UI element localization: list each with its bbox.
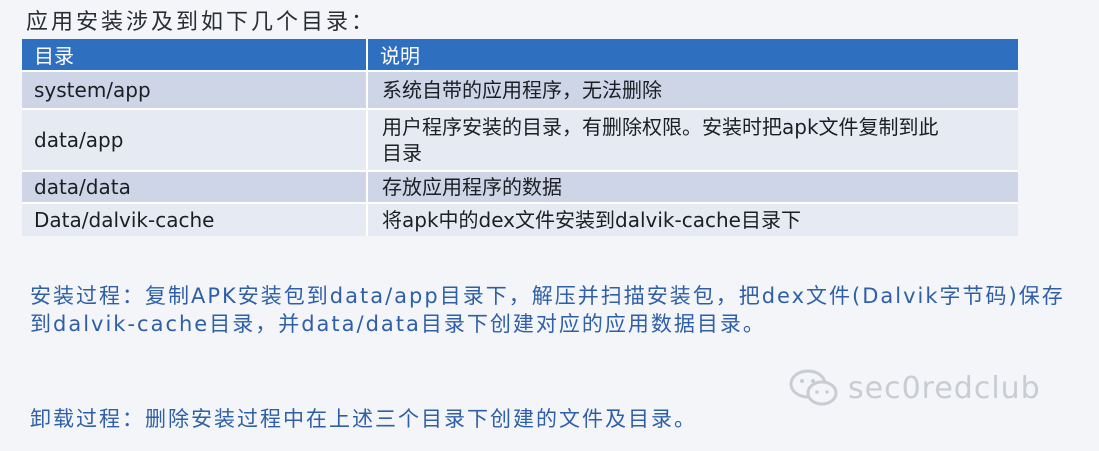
- table-row: Data/dalvik-cache 将apk中的dex文件安装到dalvik-c…: [22, 202, 1018, 236]
- directory-cell: data/data: [22, 170, 368, 203]
- header-directory: 目录: [22, 39, 368, 71]
- table-header-row: 目录 说明: [22, 39, 1018, 71]
- intro-text: 应用安装涉及到如下几个目录：: [26, 10, 377, 35]
- description-cell: 系统自带的应用程序，无法删除: [367, 70, 1018, 109]
- table-row: system/app 系统自带的应用程序，无法删除: [22, 70, 1018, 109]
- directory-table: 目录 说明 system/app 系统自带的应用程序，无法删除 data/app…: [22, 39, 1018, 236]
- directory-cell: data/app: [22, 108, 368, 171]
- table-row: data/data 存放应用程序的数据: [22, 170, 1018, 203]
- directory-cell: Data/dalvik-cache: [22, 202, 368, 236]
- header-description: 说明: [367, 39, 1018, 71]
- uninstall-process-text: 卸载过程：删除安装过程中在上述三个目录下创建的文件及目录。: [30, 407, 697, 431]
- watermark: sec0redclub: [788, 368, 1041, 408]
- directory-cell: system/app: [22, 70, 368, 109]
- watermark-text: sec0redclub: [848, 370, 1041, 406]
- description-cell: 用户程序安装的目录，有删除权限。安装时把apk文件复制到此目录: [367, 108, 1018, 171]
- wechat-icon: [789, 369, 838, 406]
- description-cell: 将apk中的dex文件安装到dalvik-cache目录下: [367, 202, 1018, 236]
- install-process-text: 安装过程：复制APK安装包到data/app目录下，解压并扫描安装包，把dex文…: [30, 284, 1065, 336]
- description-cell: 存放应用程序的数据: [367, 170, 1018, 203]
- table-row: data/app 用户程序安装的目录，有删除权限。安装时把apk文件复制到此目录: [22, 108, 1018, 171]
